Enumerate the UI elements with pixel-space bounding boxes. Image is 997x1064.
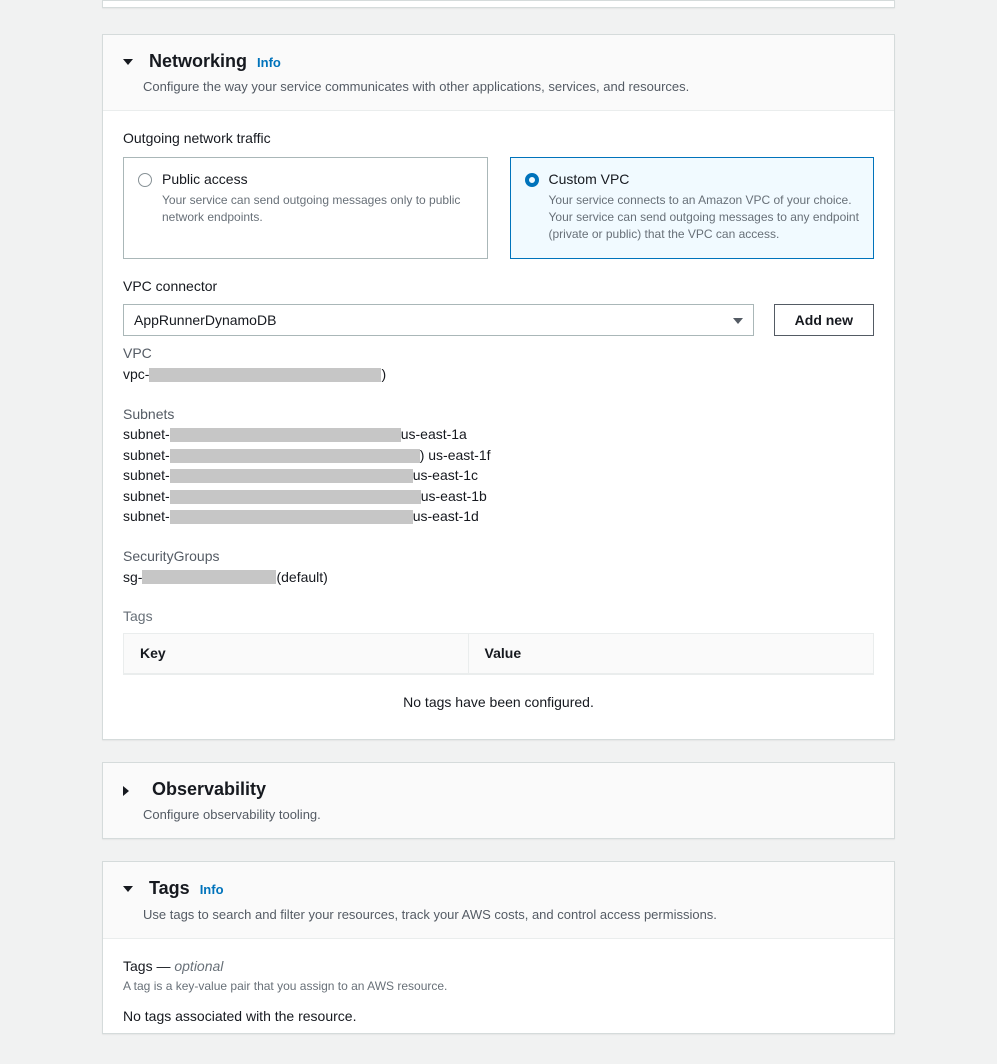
subnet-prefix: subnet- (123, 487, 170, 507)
networking-body: Outgoing network traffic Public access Y… (103, 111, 894, 739)
sg-suffix: (default) (276, 568, 327, 588)
tags-help: A tag is a key-value pair that you assig… (123, 978, 874, 995)
chevron-down-icon (123, 886, 133, 892)
public-access-title: Public access (162, 170, 473, 190)
subnet-row: subnet- us-east-1c (123, 466, 874, 486)
subnet-suffix: us-east-1c (413, 466, 478, 486)
sg-value-row: sg- (default) (123, 568, 874, 588)
previous-panel-edge (102, 0, 895, 8)
tags-table: Key Value (123, 633, 874, 676)
add-new-button[interactable]: Add new (774, 304, 874, 336)
tags-title: Tags (149, 876, 190, 901)
networking-title: Networking (149, 49, 247, 74)
chevron-down-icon (123, 59, 133, 65)
subnet-suffix: ) us-east-1f (420, 446, 491, 466)
vpc-connector-value: AppRunnerDynamoDB (134, 311, 276, 331)
redacted-block (170, 490, 421, 504)
vpc-value-row: vpc- ) (123, 365, 874, 385)
sg-prefix: sg- (123, 568, 142, 588)
subnet-prefix: subnet- (123, 466, 170, 486)
redacted-block (170, 510, 413, 524)
subnet-suffix: us-east-1b (421, 487, 487, 507)
radio-unchecked-icon (138, 173, 152, 187)
subnet-prefix: subnet- (123, 507, 170, 527)
security-groups-label: SecurityGroups (123, 547, 874, 567)
networking-panel: Networking Info Configure the way your s… (102, 34, 895, 740)
redacted-block (170, 428, 401, 442)
observability-title: Observability (152, 777, 266, 802)
vpc-connector-label: VPC connector (123, 277, 754, 297)
subnet-row: subnet- ) us-east-1f (123, 446, 874, 466)
subnet-row: subnet- us-east-1a (123, 425, 874, 445)
redacted-block (170, 469, 413, 483)
tags-desc: Use tags to search and filter your resou… (143, 906, 874, 924)
tags-body: Tags — optional A tag is a key-value pai… (103, 939, 894, 1033)
tags-subhead: Tags — optional (123, 957, 874, 977)
tags-subhead-text: Tags — (123, 958, 174, 974)
tags-panel-header[interactable]: Tags Info Use tags to search and filter … (103, 862, 894, 938)
chevron-right-icon (123, 786, 134, 796)
vpc-label: VPC (123, 344, 874, 364)
subnets-label: Subnets (123, 405, 874, 425)
redacted-block (170, 449, 420, 463)
subnet-prefix: subnet- (123, 425, 170, 445)
tags-label: Tags (123, 607, 874, 627)
observability-panel-header[interactable]: Observability Configure observability to… (103, 763, 894, 838)
custom-vpc-radio[interactable]: Custom VPC Your service connects to an A… (510, 157, 875, 259)
subnet-row: subnet- us-east-1d (123, 507, 874, 527)
vpc-suffix: ) (381, 365, 386, 385)
subnet-suffix: us-east-1d (413, 507, 479, 527)
tags-col-key: Key (124, 634, 469, 674)
networking-desc: Configure the way your service communica… (143, 78, 874, 96)
subnet-suffix: us-east-1a (401, 425, 467, 445)
subnet-prefix: subnet- (123, 446, 170, 466)
vpc-connector-select[interactable]: AppRunnerDynamoDB (123, 304, 754, 336)
public-access-radio[interactable]: Public access Your service can send outg… (123, 157, 488, 259)
tags-panel: Tags Info Use tags to search and filter … (102, 861, 895, 1033)
subnet-row: subnet- us-east-1b (123, 487, 874, 507)
outgoing-traffic-label: Outgoing network traffic (123, 129, 874, 149)
tags-col-value: Value (469, 634, 873, 674)
observability-desc: Configure observability tooling. (143, 806, 874, 824)
tags-empty-text: No tags have been configured. (123, 675, 874, 717)
tags-optional-text: optional (174, 958, 223, 974)
observability-panel: Observability Configure observability to… (102, 762, 895, 839)
redacted-block (149, 368, 381, 382)
networking-panel-header[interactable]: Networking Info Configure the way your s… (103, 35, 894, 111)
redacted-block (142, 570, 276, 584)
custom-vpc-desc: Your service connects to an Amazon VPC o… (549, 192, 860, 244)
custom-vpc-title: Custom VPC (549, 170, 860, 190)
public-access-desc: Your service can send outgoing messages … (162, 192, 473, 227)
radio-checked-icon (525, 173, 539, 187)
vpc-prefix: vpc- (123, 365, 149, 385)
tags-info-link[interactable]: Info (200, 881, 224, 899)
networking-info-link[interactable]: Info (257, 54, 281, 72)
